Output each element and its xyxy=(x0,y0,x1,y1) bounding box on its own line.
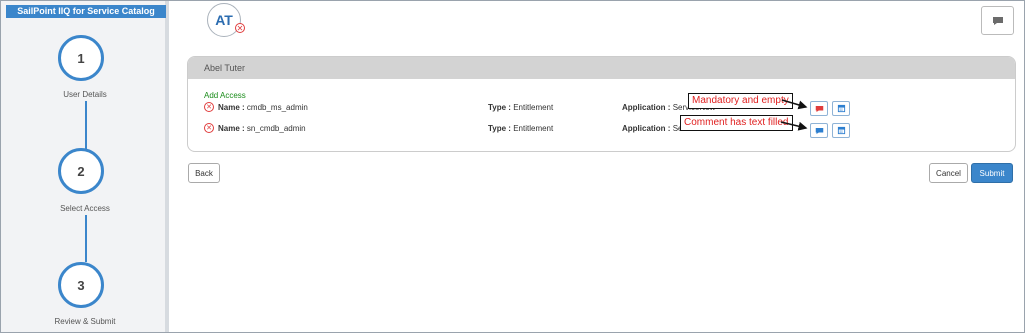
cancel-button[interactable]: Cancel xyxy=(929,163,968,183)
entitlement-type: Type : Entitlement xyxy=(488,103,553,112)
name-value: cmdb_ms_admin xyxy=(246,103,308,112)
remove-icon[interactable]: ✕ xyxy=(204,123,214,133)
comment-glyph xyxy=(992,16,1003,25)
calendar-icon xyxy=(837,126,845,135)
step-1-number: 1 xyxy=(77,50,85,66)
name-label: Name : xyxy=(218,124,245,133)
step-2-circle[interactable]: 2 xyxy=(58,148,104,194)
step-1-label: User Details xyxy=(63,90,107,99)
comment-filled-button[interactable] xyxy=(810,123,828,138)
main-content: AT ✕ Abel Tuter Add Access ✕ Name : cmdb… xyxy=(173,1,1023,332)
x-circle-icon[interactable]: ✕ xyxy=(235,23,245,33)
step-connector-2 xyxy=(85,215,87,262)
sunset-date-button[interactable] xyxy=(832,101,850,116)
user-access-card: Abel Tuter Add Access ✕ Name : cmdb_ms_a… xyxy=(187,56,1016,152)
application-label: Application : xyxy=(622,103,671,112)
name-value: sn_cmdb_admin xyxy=(246,124,306,133)
name-label: Name : xyxy=(218,103,245,112)
step-3-circle[interactable]: 3 xyxy=(58,262,104,308)
sidebar-title: SailPoint IIQ for Service Catalog xyxy=(6,5,166,18)
comment-required-button[interactable] xyxy=(810,101,828,116)
avatar-initials: AT xyxy=(215,12,233,28)
step-connector-1 xyxy=(85,101,87,149)
entitlement-name: Name : sn_cmdb_admin xyxy=(218,124,306,133)
comment-blue-icon xyxy=(815,127,823,134)
sunset-date-button[interactable] xyxy=(832,123,850,138)
annotation-mandatory-empty: Mandatory and empty xyxy=(688,93,793,109)
comment-red-icon xyxy=(815,105,823,112)
add-access-label: Add Access xyxy=(204,91,246,100)
annotation-comment-filled: Comment has text filled xyxy=(680,115,793,131)
calendar-icon xyxy=(837,104,845,113)
wizard-sidebar: SailPoint IIQ for Service Catalog 1 User… xyxy=(1,1,169,332)
step-3-number: 3 xyxy=(77,277,85,293)
type-value: Entitlement xyxy=(513,124,554,133)
step-2-label: Select Access xyxy=(60,204,110,213)
access-row: ✕ Name : sn_cmdb_admin Type : Entitlemen… xyxy=(204,123,1004,135)
submit-button[interactable]: Submit xyxy=(971,163,1013,183)
entitlement-name: Name : cmdb_ms_admin xyxy=(218,103,308,112)
comment-icon[interactable] xyxy=(981,6,1014,35)
application-label: Application : xyxy=(622,124,671,133)
remove-icon[interactable]: ✕ xyxy=(204,102,214,112)
step-3-label: Review & Submit xyxy=(54,317,116,326)
type-value: Entitlement xyxy=(513,103,554,112)
back-button[interactable]: Back xyxy=(188,163,220,183)
entitlement-type: Type : Entitlement xyxy=(488,124,553,133)
card-user-name: Abel Tuter xyxy=(188,57,1015,79)
type-label: Type : xyxy=(488,124,511,133)
access-row: ✕ Name : cmdb_ms_admin Type : Entitlemen… xyxy=(204,102,1004,114)
step-2-number: 2 xyxy=(77,163,85,179)
step-1-circle[interactable]: 1 xyxy=(58,35,104,81)
type-label: Type : xyxy=(488,103,511,112)
